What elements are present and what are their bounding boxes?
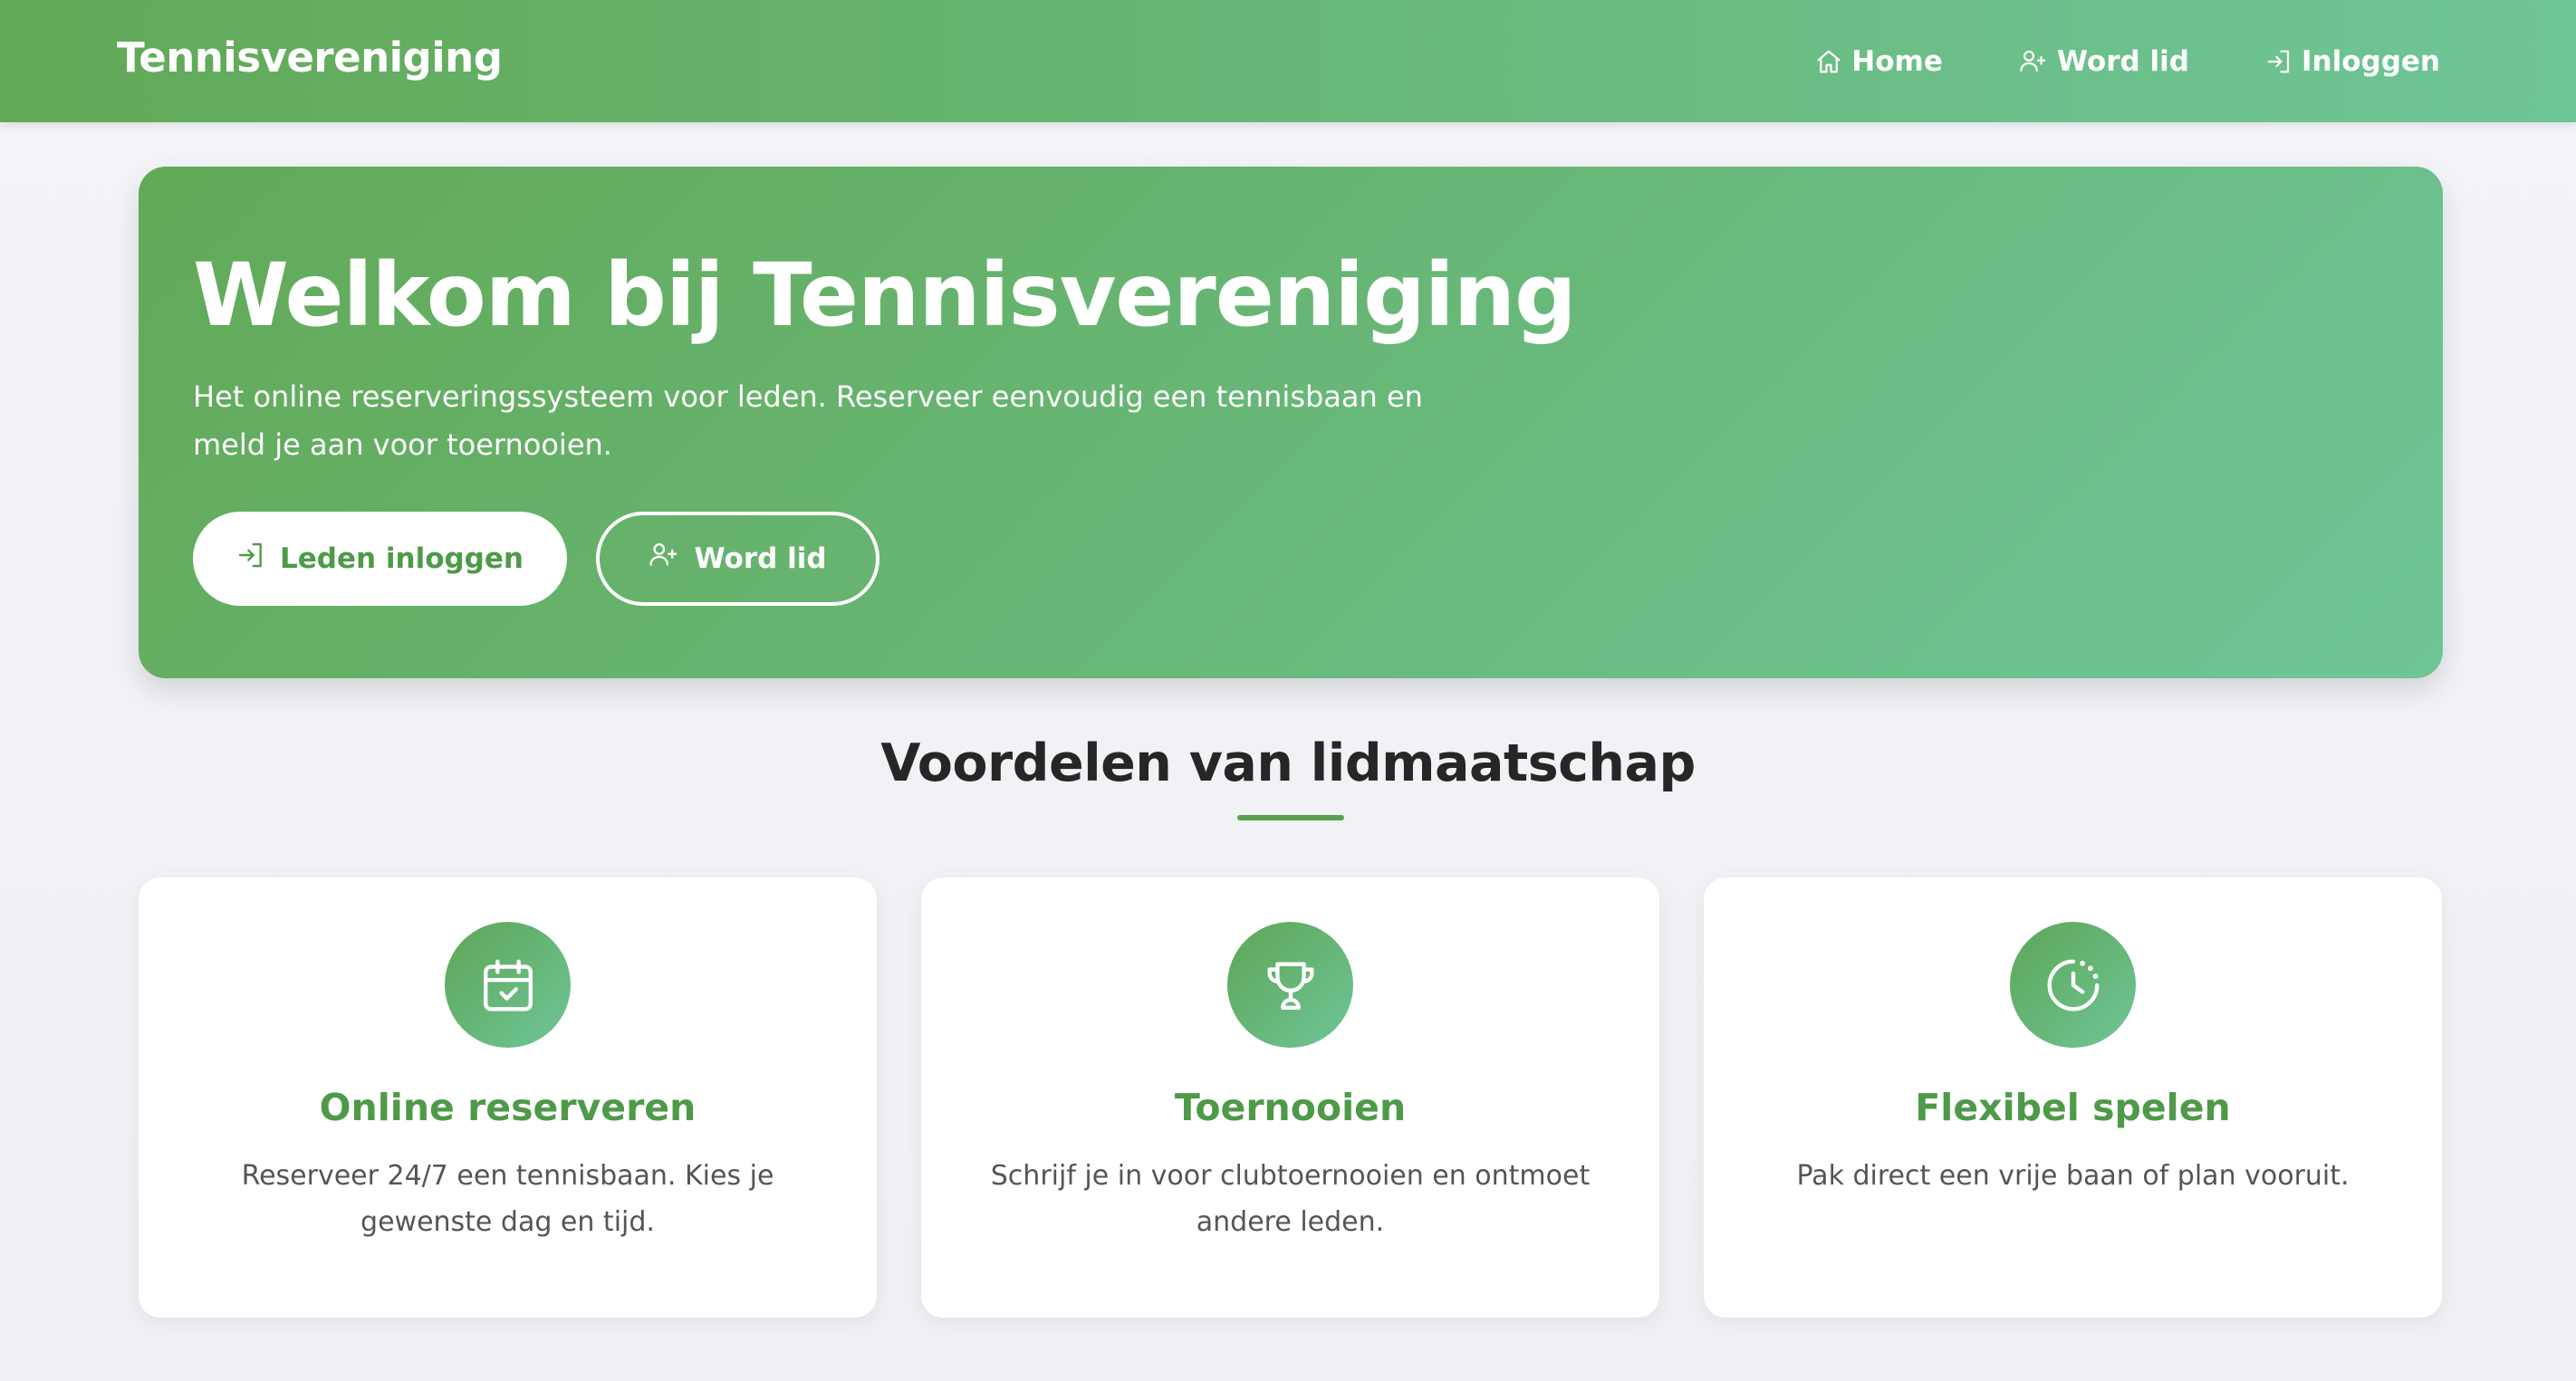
nav-links: Home Word lid Inloggen <box>1815 0 2440 122</box>
benefit-card-text: Schrijf je in voor clubtoernooien en ont… <box>990 1160 1591 1238</box>
hero-subtitle: Het online reserveringssysteem voor lede… <box>193 379 1423 462</box>
user-plus-icon <box>649 541 679 577</box>
benefit-card: Online reserveren Reserveer 24/7 een ten… <box>139 878 877 1318</box>
leden-inloggen-label: Leden inloggen <box>280 542 524 575</box>
brand-logo[interactable]: Tennisvereniging <box>117 34 503 82</box>
clock-icon <box>2010 922 2136 1048</box>
top-navbar: Tennisvereniging Home Word lid Inloggen <box>0 0 2576 122</box>
login-icon <box>236 541 265 577</box>
nav-inloggen[interactable]: Inloggen <box>2265 45 2440 78</box>
leden-inloggen-button[interactable]: Leden inloggen <box>193 512 567 606</box>
benefit-card-title: Flexibel spelen <box>1915 1086 2231 1129</box>
hero-banner: Welkom bij Tennisvereniging Het online r… <box>139 167 2443 678</box>
nav-home-label: Home <box>1851 44 1943 78</box>
word-lid-button[interactable]: Word lid <box>596 512 879 606</box>
home-icon <box>1815 48 1842 75</box>
benefit-card-title: Online reserveren <box>319 1086 697 1129</box>
section-title-underline <box>1237 815 1344 820</box>
benefit-card-text: Reserveer 24/7 een tennisbaan. Kies je g… <box>241 1160 774 1238</box>
trophy-icon <box>1227 922 1353 1048</box>
nav-inloggen-label: Inloggen <box>2301 44 2440 78</box>
calendar-check-icon <box>445 922 571 1048</box>
hero-title: Welkom bij Tennisvereniging <box>193 245 1577 346</box>
nav-word-lid-label: Word lid <box>2056 44 2189 78</box>
benefit-card: Toernooien Schrijf je in voor clubtoerno… <box>921 878 1659 1318</box>
section-title: Voordelen van lidmaatschap <box>880 734 1696 793</box>
user-plus-icon <box>2019 48 2048 75</box>
benefit-card-title: Toernooien <box>1174 1086 1407 1129</box>
word-lid-label: Word lid <box>694 542 827 575</box>
login-icon <box>2265 48 2292 75</box>
benefit-card: Flexibel spelen Pak direct een vrije baa… <box>1704 878 2442 1318</box>
benefit-card-text: Pak direct een vrije baan of plan voorui… <box>1796 1160 2350 1192</box>
nav-home[interactable]: Home <box>1815 45 1943 78</box>
nav-word-lid[interactable]: Word lid <box>2019 45 2189 78</box>
